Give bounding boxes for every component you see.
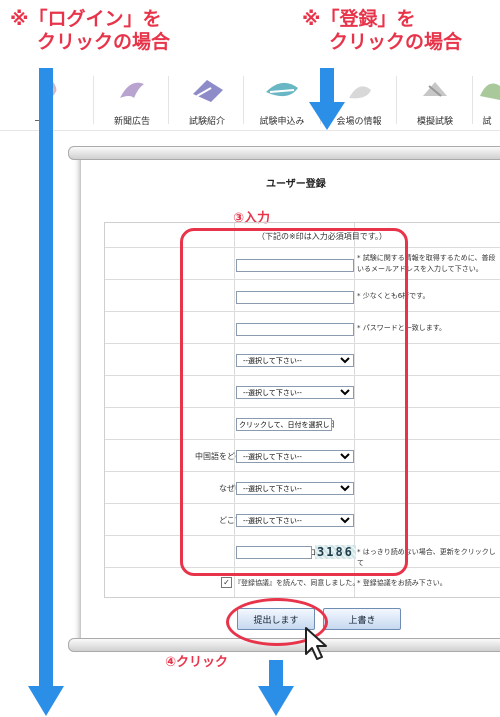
- nav-label: 試験紹介: [188, 117, 225, 127]
- register-note-line1: ※「登録」を: [302, 8, 416, 30]
- exam-icon: [480, 83, 500, 100]
- register-note: ※「登録」を クリックの場合: [302, 8, 462, 54]
- mouse-cursor-icon: [305, 627, 327, 660]
- nav-label: 試: [482, 117, 492, 127]
- application-icon: [266, 82, 298, 97]
- nav-item-exam[interactable]: 試: [474, 68, 500, 130]
- register-note-line2: クリックの場合: [329, 31, 463, 53]
- nav-divider: [472, 76, 473, 124]
- nav-divider: [93, 76, 94, 124]
- agreement-label[interactable]: 『登録協議』を読んで、同意しました。: [234, 578, 359, 588]
- step4-label: ④クリック: [165, 655, 229, 670]
- nav-divider: [396, 76, 397, 124]
- nav-label: 新聞広告: [113, 117, 150, 127]
- login-arrow-icon: [28, 68, 64, 716]
- agreement-hint: * 登録協議をお読み下さい。: [357, 579, 447, 587]
- reset-button[interactable]: 上書き: [323, 608, 401, 630]
- form-title: ユーザー登録: [266, 179, 326, 190]
- login-note: ※「ログイン」を クリックの場合: [10, 8, 170, 54]
- login-note-line1: ※「ログイン」を: [10, 8, 162, 30]
- nav-divider: [168, 76, 169, 124]
- nav-item-newspaper[interactable]: 新聞広告: [96, 68, 168, 130]
- register-arrow-icon: [309, 68, 345, 130]
- nav-divider: [243, 76, 244, 124]
- nav-item-mock-exam[interactable]: 模擬試験: [399, 68, 471, 130]
- site-nav: ーム 新聞広告 試験紹介 試験申込み 会場の情報 模擬試験 試: [0, 68, 500, 131]
- agreement-checkbox[interactable]: ✓: [221, 577, 232, 588]
- mock-exam-icon: [423, 82, 447, 97]
- nav-item-exam-intro[interactable]: 試験紹介: [171, 68, 243, 130]
- nav-label: 模擬試験: [416, 117, 453, 127]
- input-highlight-box: [180, 228, 408, 576]
- scroll-roll-top: [68, 146, 500, 160]
- exam-intro-icon: [193, 80, 223, 102]
- down-arrow-icon: [258, 660, 294, 716]
- newspaper-icon: [120, 82, 144, 98]
- login-note-line2: クリックの場合: [37, 31, 171, 53]
